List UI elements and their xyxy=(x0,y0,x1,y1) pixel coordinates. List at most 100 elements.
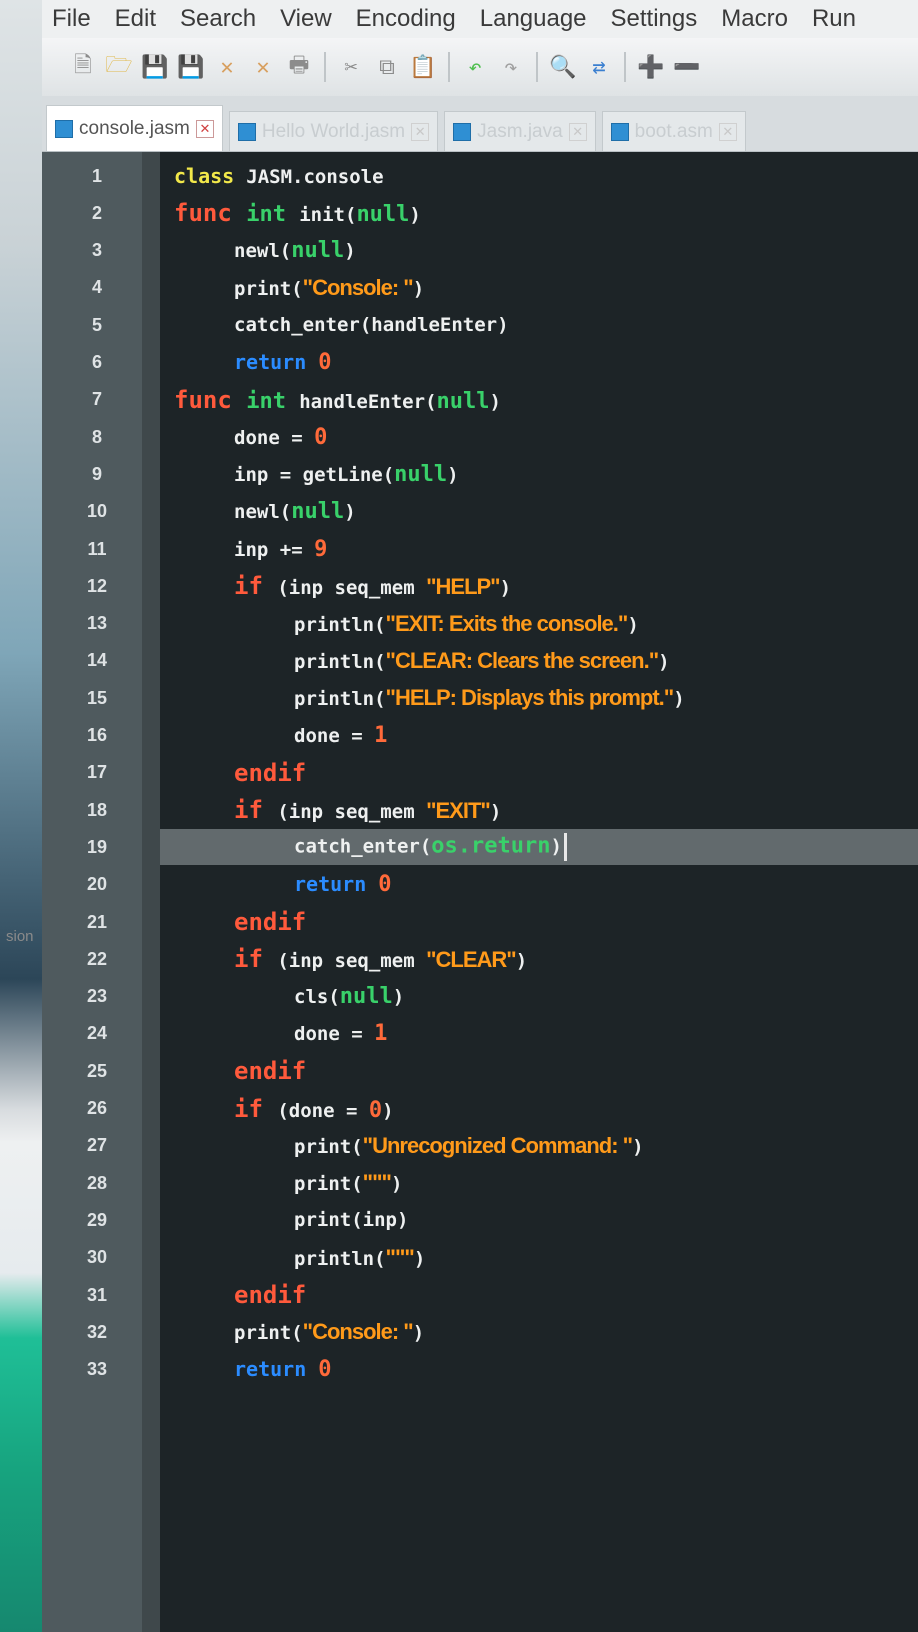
code-line[interactable]: 32 print("Console: ") xyxy=(42,1314,918,1350)
menu-encoding[interactable]: Encoding xyxy=(356,5,470,33)
menu-settings[interactable]: Settings xyxy=(611,5,712,33)
code-token: ) xyxy=(489,390,501,413)
code-line[interactable]: 21 endif xyxy=(42,904,918,940)
code-token: 0 xyxy=(378,872,392,898)
code-line[interactable]: 15 println("HELP: Displays this prompt.") xyxy=(42,680,918,716)
print-icon[interactable]: 🖶 xyxy=(284,52,314,82)
code-token: null xyxy=(394,461,448,487)
close-tab-icon[interactable]: ✕ xyxy=(411,122,430,141)
replace-icon[interactable]: ⇄ xyxy=(584,52,614,82)
code-line[interactable]: 2 func int init(null) xyxy=(42,195,918,231)
code-token: null xyxy=(436,388,490,414)
code-line[interactable]: 3 newl(null) xyxy=(42,233,918,269)
close-all-icon[interactable]: ✕ xyxy=(248,52,278,82)
code-token: func xyxy=(174,199,247,228)
line-code: print(inp) xyxy=(152,1209,408,1231)
code-line[interactable]: 11 inp += 9 xyxy=(42,531,918,567)
cut-icon[interactable]: ✂ xyxy=(336,52,366,82)
tab-console-jasm[interactable]: console.jasm ✕ xyxy=(46,105,223,151)
code-token: null xyxy=(356,202,410,228)
close-tab-icon[interactable]: ✕ xyxy=(568,122,587,141)
code-line[interactable]: 13 println("EXIT: Exits the console.") xyxy=(42,606,918,642)
code-token: int xyxy=(246,388,300,414)
new-file-icon[interactable]: 🗎 xyxy=(68,52,98,82)
code-token: endif xyxy=(234,908,307,936)
code-line[interactable]: 12 if (inp seq_mem "HELP") xyxy=(42,568,918,604)
close-tab-icon[interactable]: ✕ xyxy=(195,119,214,138)
line-code: print("Unrecognized Command: ") xyxy=(152,1133,644,1159)
code-line[interactable]: 4 print("Console: ") xyxy=(42,270,918,306)
code-line[interactable]: 30 println(""") xyxy=(42,1240,918,1276)
code-line[interactable]: 1 class JASM.console xyxy=(42,158,918,194)
code-token: if xyxy=(234,796,278,825)
code-line[interactable]: 16 done = 1 xyxy=(42,718,918,754)
code-line[interactable]: 24 done = 1 xyxy=(42,1016,918,1052)
zoom-in-icon[interactable]: ➕ xyxy=(636,52,666,82)
save-icon[interactable]: 💾 xyxy=(140,52,170,82)
tab-label: Jasm.java xyxy=(477,120,563,142)
code-line[interactable]: 6 return 0 xyxy=(42,345,918,381)
menu-language[interactable]: Language xyxy=(480,5,601,33)
line-number: 9 xyxy=(91,463,102,484)
line-number: 30 xyxy=(86,1247,108,1268)
code-line[interactable]: 31 endif xyxy=(42,1277,918,1313)
code-token: handleEnter( xyxy=(299,390,437,413)
redo-icon[interactable]: ↷ xyxy=(496,52,526,82)
menu-view[interactable]: View xyxy=(280,5,346,33)
code-line[interactable]: 27 print("Unrecognized Command: ") xyxy=(42,1128,918,1164)
code-token: println( xyxy=(294,1247,386,1270)
code-line[interactable]: 7 func int handleEnter(null) xyxy=(42,382,918,418)
tab-boot-asm[interactable]: boot.asm ✕ xyxy=(601,111,746,151)
menu-macro[interactable]: Macro xyxy=(721,5,802,33)
code-token: ) xyxy=(344,240,356,263)
menu-file[interactable]: File xyxy=(52,5,105,33)
code-line[interactable]: 29 print(inp) xyxy=(42,1202,918,1238)
code-token: ) xyxy=(390,1173,403,1196)
line-number: 6 xyxy=(91,352,102,372)
close-tab-icon[interactable]: ✕ xyxy=(718,122,737,141)
code-line[interactable]: 14 println("CLEAR: Clears the screen.") xyxy=(42,643,918,679)
line-number: 33 xyxy=(86,1359,108,1380)
line-number: 3 xyxy=(91,240,102,261)
find-icon[interactable]: 🔍 xyxy=(548,52,578,82)
code-token: ) xyxy=(550,835,562,858)
background-window-strip: sion xyxy=(0,0,42,1632)
save-all-icon[interactable]: 💾 xyxy=(176,52,206,82)
code-line[interactable]: 9 inp = getLine(null) xyxy=(42,456,918,492)
line-code: return 0 xyxy=(152,350,332,375)
undo-icon[interactable]: ↶ xyxy=(460,52,490,82)
code-token: "EXIT" xyxy=(426,798,491,824)
code-line[interactable]: 26 if (done = 0) xyxy=(42,1091,918,1127)
line-number: 11 xyxy=(87,538,107,559)
line-number: 14 xyxy=(86,650,108,671)
code-token: println( xyxy=(294,650,386,673)
copy-icon[interactable]: ⧉ xyxy=(372,52,402,82)
menu-edit[interactable]: Edit xyxy=(115,5,170,33)
close-icon[interactable]: ✕ xyxy=(212,52,242,82)
zoom-out-icon[interactable]: ➖ xyxy=(672,52,702,82)
code-line[interactable]: 23 cls(null) xyxy=(42,979,918,1015)
code-line[interactable]: 17 endif xyxy=(42,755,918,791)
code-line[interactable]: 25 endif xyxy=(42,1053,918,1089)
code-line[interactable]: 19 catch_enter(os.return) xyxy=(42,829,918,866)
code-line[interactable]: 20 return 0 xyxy=(42,867,918,903)
code-line[interactable]: 10 newl(null) xyxy=(42,494,918,530)
code-token: if xyxy=(234,945,278,974)
tab-jasm-java[interactable]: Jasm.java ✕ xyxy=(444,111,596,151)
code-line[interactable]: 28 print(""") xyxy=(42,1165,918,1201)
toolbar-separator xyxy=(448,52,450,82)
menu-search[interactable]: Search xyxy=(180,5,270,33)
line-code: println("HELP: Displays this prompt.") xyxy=(152,685,685,711)
code-token: 0 xyxy=(318,1357,332,1383)
tab-hello-world-jasm[interactable]: Hello World.jasm ✕ xyxy=(228,111,439,151)
code-line[interactable]: 33 return 0 xyxy=(42,1352,918,1388)
code-line[interactable]: 18 if (inp seq_mem "EXIT") xyxy=(42,792,918,828)
code-line[interactable]: 22 if (inp seq_mem "CLEAR") xyxy=(42,941,918,977)
paste-icon[interactable]: 📋 xyxy=(408,52,438,82)
code-line[interactable]: 8 done = 0 xyxy=(42,419,918,455)
code-token: 0 xyxy=(314,424,328,450)
line-code: func int handleEnter(null) xyxy=(152,386,501,414)
open-file-icon[interactable]: 🗁 xyxy=(104,52,134,82)
menu-run[interactable]: Run xyxy=(812,5,870,33)
code-line[interactable]: 5 catch_enter(handleEnter) xyxy=(42,307,918,343)
